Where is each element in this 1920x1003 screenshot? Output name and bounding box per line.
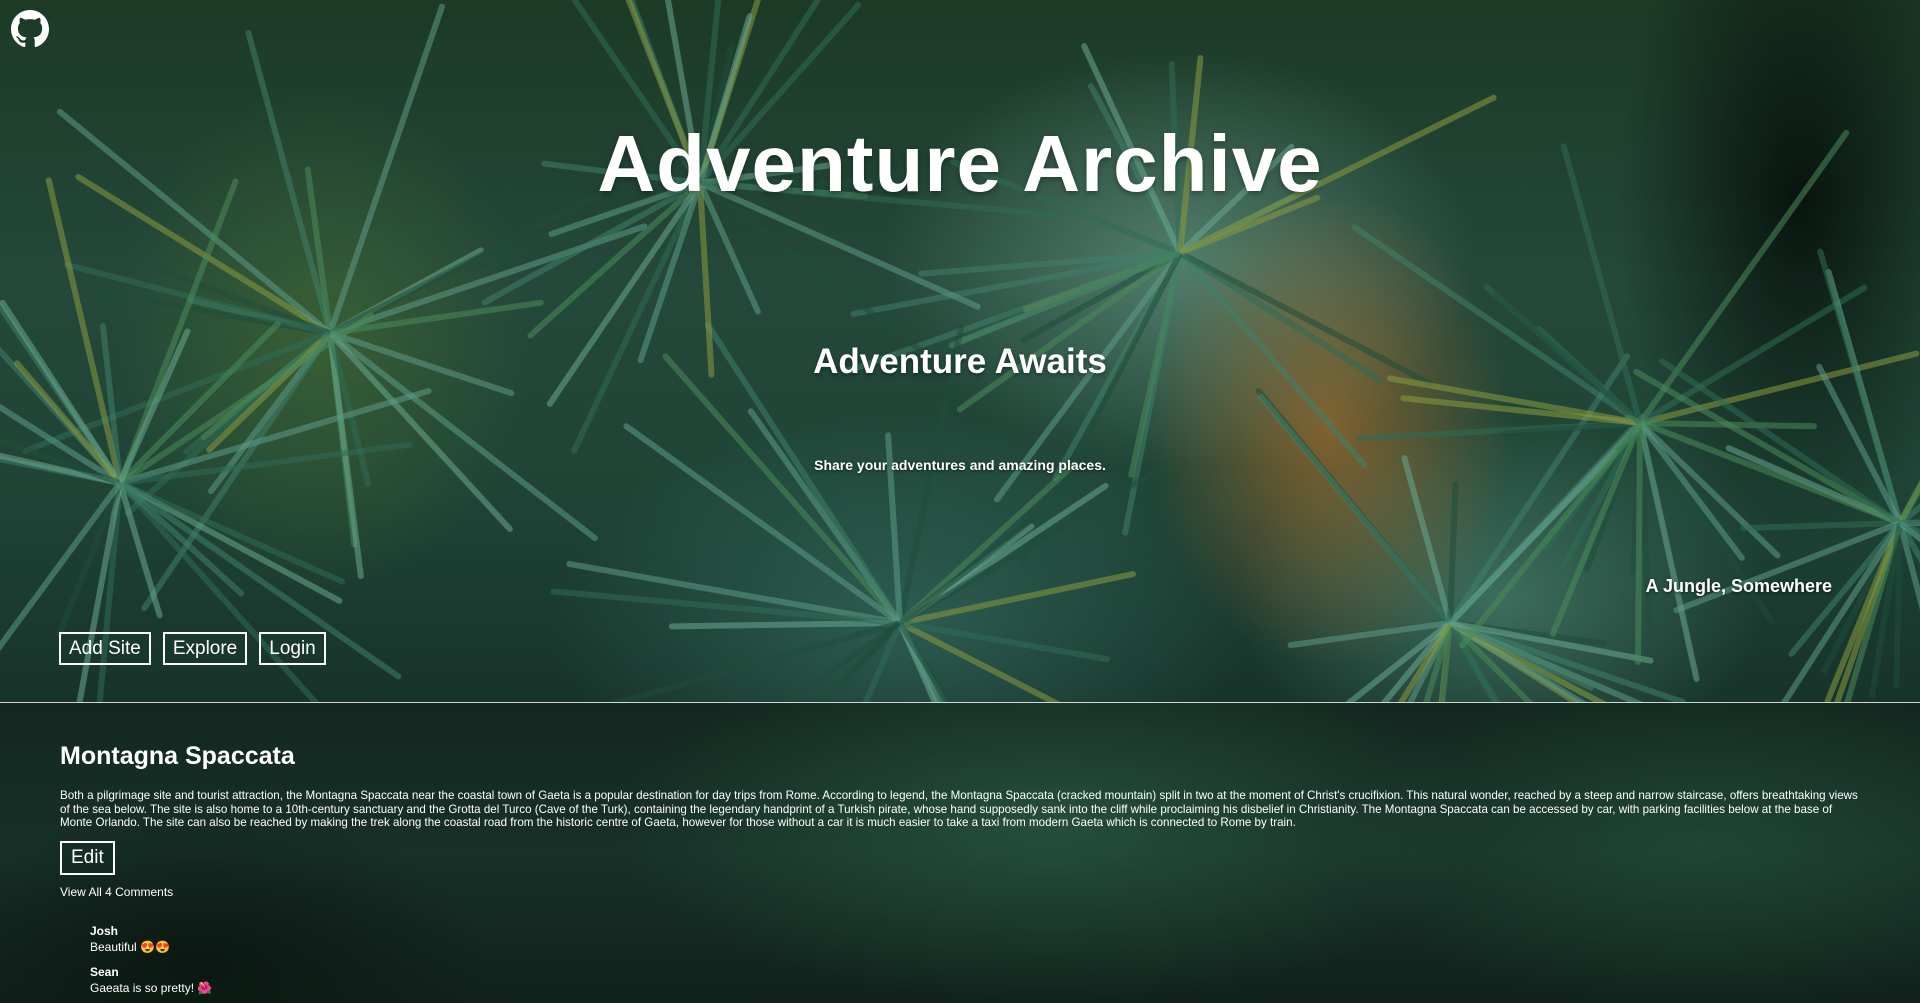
- login-button[interactable]: Login: [259, 632, 326, 665]
- comment-text: Gaeata is so pretty! 🌺: [90, 981, 213, 995]
- site-title: Adventure Archive: [597, 119, 1323, 208]
- edit-button[interactable]: Edit: [60, 841, 115, 875]
- comment-item: Josh Beautiful 😍😍: [90, 924, 170, 954]
- photo-caption: A Jungle, Somewhere: [1645, 576, 1832, 596]
- comment-item: Sean Gaeata is so pretty! 🌺: [90, 965, 212, 995]
- github-icon[interactable]: [11, 10, 49, 48]
- site-description: Both a pilgrimage site and tourist attra…: [60, 789, 1858, 829]
- main-nav: Add Site Explore Login: [59, 632, 326, 665]
- site-tagline: Share your adventures and amazing places…: [814, 457, 1106, 473]
- explore-button[interactable]: Explore: [162, 632, 248, 665]
- site-subtitle: Adventure Awaits: [813, 342, 1107, 381]
- site-detail: Montagna Spaccata Both a pilgrimage site…: [0, 703, 1920, 1003]
- comment-author: Josh: [90, 924, 119, 938]
- comment-author: Sean: [90, 965, 119, 979]
- site-name: Montagna Spaccata: [60, 742, 295, 770]
- view-all-comments-link[interactable]: View All 4 Comments: [60, 885, 173, 899]
- hero-banner: Adventure Archive Adventure Awaits Share…: [0, 0, 1920, 702]
- add-site-button[interactable]: Add Site: [59, 632, 151, 665]
- comment-text: Beautiful 😍😍: [90, 940, 170, 954]
